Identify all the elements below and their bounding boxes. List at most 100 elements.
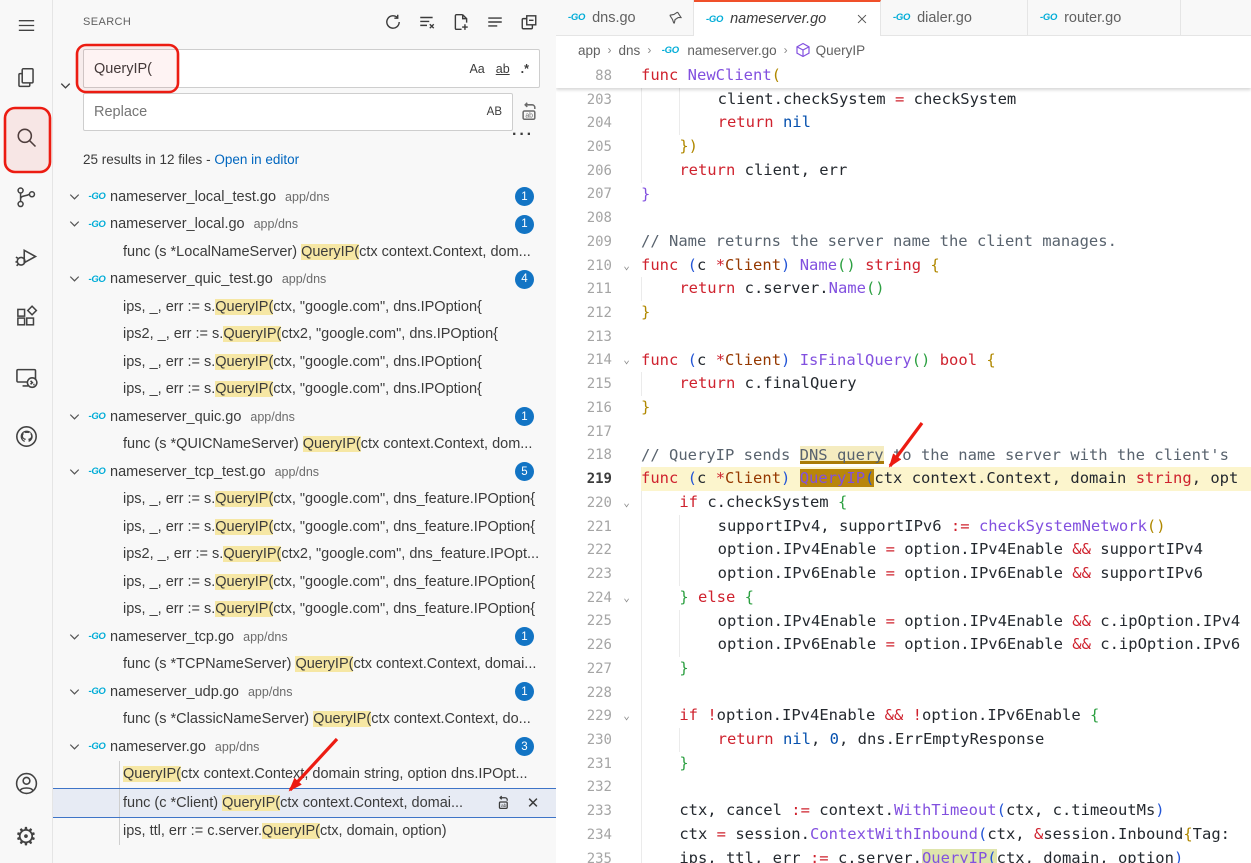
toggle-search-details-icon[interactable]: ··· bbox=[512, 126, 534, 144]
search-result-file-row[interactable]: GOnameserver_quic.goapp/dns1 bbox=[53, 403, 556, 431]
fold-chevron-icon[interactable]: ⌄ bbox=[612, 593, 641, 603]
code-line[interactable]: 209// Name returns the server name the c… bbox=[556, 230, 1251, 254]
chevron-down-icon[interactable] bbox=[67, 739, 85, 755]
search-result-file-row[interactable]: GOnameserver_tcp.goapp/dns1 bbox=[53, 623, 556, 651]
search-result-match-row-selected[interactable]: func (c *Client) QueryIP(ctx context.Con… bbox=[53, 788, 556, 818]
code-line[interactable]: 217 bbox=[556, 420, 1251, 444]
code-line[interactable]: 227} bbox=[556, 657, 1251, 681]
code-line[interactable]: 229⌄if !option.IPv4Enable && !option.IPv… bbox=[556, 704, 1251, 728]
source-control-icon[interactable] bbox=[4, 168, 48, 226]
refresh-icon[interactable] bbox=[383, 13, 402, 32]
code-line[interactable]: 228 bbox=[556, 681, 1251, 705]
code-line[interactable]: 206return client, err bbox=[556, 159, 1251, 183]
code-line[interactable]: 231} bbox=[556, 752, 1251, 776]
view-as-list-icon[interactable] bbox=[485, 13, 504, 32]
search-result-match-row[interactable]: ips, _, err := s.QueryIP(ctx, "google.co… bbox=[53, 486, 556, 514]
chevron-down-icon[interactable] bbox=[67, 629, 85, 645]
chevron-down-icon[interactable] bbox=[67, 216, 85, 232]
code-line[interactable]: 214⌄func (c *Client) IsFinalQuery() bool… bbox=[556, 349, 1251, 373]
code-line[interactable]: 212} bbox=[556, 301, 1251, 325]
search-result-match-row[interactable]: ips, _, err := s.QueryIP(ctx, "google.co… bbox=[53, 348, 556, 376]
editor-tab-nameserver-go[interactable]: GOnameserver.go bbox=[694, 0, 881, 36]
code-line[interactable]: 203client.checkSystem = checkSystem bbox=[556, 88, 1251, 112]
regex-icon[interactable]: .* bbox=[521, 62, 529, 76]
search-result-match-row[interactable]: func (s *QUICNameServer) QueryIP(ctx con… bbox=[53, 431, 556, 459]
editor-tab-dns-go[interactable]: GOdns.go bbox=[556, 0, 694, 35]
pin-icon[interactable] bbox=[667, 10, 683, 26]
match-case-icon[interactable]: Aa bbox=[469, 62, 484, 76]
code-line[interactable]: 216} bbox=[556, 396, 1251, 420]
code-line[interactable]: 215return c.finalQuery bbox=[556, 372, 1251, 396]
search-result-match-row[interactable]: ips, _, err := s.QueryIP(ctx, "google.co… bbox=[53, 596, 556, 624]
code-line[interactable]: 235ips, ttl, err := c.server.QueryIP(ctx… bbox=[556, 847, 1251, 863]
code-line[interactable]: 223option.IPv6Enable = option.IPv6Enable… bbox=[556, 562, 1251, 586]
search-result-match-row[interactable]: ips, _, err := s.QueryIP(ctx, "google.co… bbox=[53, 293, 556, 321]
replace-all-icon[interactable]: ab bbox=[519, 100, 541, 122]
clear-search-results-icon[interactable] bbox=[417, 13, 436, 32]
breadcrumb-item-app[interactable]: app bbox=[578, 43, 601, 58]
code-line[interactable]: 224⌄} else { bbox=[556, 586, 1251, 610]
chevron-down-icon[interactable] bbox=[67, 409, 85, 425]
search-result-match-row[interactable]: ips2, _, err := s.QueryIP(ctx2, "google.… bbox=[53, 321, 556, 349]
replace-input[interactable] bbox=[84, 104, 487, 120]
editor-tab-dialer-go[interactable]: GOdialer.go bbox=[881, 0, 1028, 35]
search-icon[interactable] bbox=[4, 106, 48, 168]
run-debug-icon[interactable] bbox=[4, 226, 48, 286]
code-line[interactable]: 204return nil bbox=[556, 111, 1251, 135]
close-icon[interactable] bbox=[854, 11, 870, 27]
menu-icon[interactable] bbox=[4, 0, 48, 50]
account-icon[interactable] bbox=[4, 755, 48, 811]
collapse-all-icon[interactable] bbox=[519, 13, 538, 32]
fold-chevron-icon[interactable]: ⌄ bbox=[612, 498, 641, 508]
chevron-down-icon[interactable] bbox=[67, 464, 85, 480]
code-line[interactable]: 225option.IPv4Enable = option.IPv4Enable… bbox=[556, 610, 1251, 634]
sticky-scroll-line[interactable]: 88func NewClient( bbox=[556, 64, 1251, 88]
search-result-match-row[interactable]: ips, _, err := s.QueryIP(ctx, "google.co… bbox=[53, 376, 556, 404]
fold-chevron-icon[interactable]: ⌄ bbox=[612, 711, 641, 721]
code-line[interactable]: 210⌄func (c *Client) Name() string { bbox=[556, 254, 1251, 278]
code-line[interactable]: 207} bbox=[556, 183, 1251, 207]
search-input[interactable] bbox=[84, 61, 469, 77]
code-line[interactable]: 213 bbox=[556, 325, 1251, 349]
search-result-match-row[interactable]: func (s *ClassicNameServer) QueryIP(ctx … bbox=[53, 706, 556, 734]
open-in-editor-link[interactable]: Open in editor bbox=[214, 152, 299, 167]
search-result-file-row[interactable]: GOnameserver_tcp_test.goapp/dns5 bbox=[53, 458, 556, 486]
code-line[interactable]: 205}) bbox=[556, 135, 1251, 159]
code-line[interactable]: 220⌄if c.checkSystem { bbox=[556, 491, 1251, 515]
search-result-file-row[interactable]: GOnameserver.goapp/dns3 bbox=[53, 733, 556, 761]
fold-chevron-icon[interactable]: ⌄ bbox=[612, 261, 641, 271]
search-result-file-row[interactable]: GOnameserver_local.goapp/dns1 bbox=[53, 211, 556, 239]
chevron-down-icon[interactable] bbox=[67, 271, 85, 287]
search-result-match-row[interactable]: ips2, _, err := s.QueryIP(ctx2, "google.… bbox=[53, 541, 556, 569]
code-line[interactable]: 230return nil, 0, dns.ErrEmptyResponse bbox=[556, 728, 1251, 752]
search-result-match-row[interactable]: QueryIP(ctx context.Context, domain stri… bbox=[53, 761, 556, 789]
search-result-match-row[interactable]: ips, ttl, err := c.server.QueryIP(ctx, d… bbox=[53, 818, 556, 846]
breadcrumb-item-dns[interactable]: dns bbox=[619, 43, 641, 58]
code-line[interactable]: 218// QueryIP sends DNS query to the nam… bbox=[556, 444, 1251, 468]
fold-chevron-icon[interactable]: ⌄ bbox=[612, 355, 641, 365]
settings-gear-icon[interactable]: ⚙ bbox=[4, 811, 48, 863]
code-editor[interactable]: 88func NewClient( 203client.checkSystem … bbox=[556, 64, 1251, 863]
breadcrumb-item-nameserver-go[interactable]: GOnameserver.go bbox=[658, 43, 776, 58]
dismiss-icon[interactable]: ✕ bbox=[524, 794, 542, 812]
search-result-match-row[interactable]: func (s *LocalNameServer) QueryIP(ctx co… bbox=[53, 238, 556, 266]
code-line[interactable]: 226option.IPv6Enable = option.IPv6Enable… bbox=[556, 633, 1251, 657]
search-result-file-row[interactable]: GOnameserver_udp.goapp/dns1 bbox=[53, 678, 556, 706]
code-line[interactable]: 233ctx, cancel := context.WithTimeout(ct… bbox=[556, 799, 1251, 823]
code-line[interactable]: 232 bbox=[556, 776, 1251, 800]
preserve-case-icon[interactable]: AB bbox=[487, 106, 502, 118]
breadcrumb-item-QueryIP[interactable]: QueryIP bbox=[795, 42, 866, 58]
code-line[interactable]: 208 bbox=[556, 206, 1251, 230]
remote-explorer-icon[interactable] bbox=[4, 348, 48, 406]
code-line[interactable]: 222option.IPv4Enable = option.IPv4Enable… bbox=[556, 538, 1251, 562]
github-icon[interactable] bbox=[4, 406, 48, 466]
search-result-file-row[interactable]: GOnameserver_quic_test.goapp/dns4 bbox=[53, 266, 556, 294]
code-line[interactable]: 234ctx = session.ContextWithInbound(ctx,… bbox=[556, 823, 1251, 847]
extensions-icon[interactable] bbox=[4, 286, 48, 348]
search-result-match-row[interactable]: ips, _, err := s.QueryIP(ctx, "google.co… bbox=[53, 513, 556, 541]
chevron-down-icon[interactable] bbox=[67, 684, 85, 700]
explorer-icon[interactable] bbox=[4, 50, 48, 106]
search-result-file-row[interactable]: GOnameserver_local_test.goapp/dns1 bbox=[53, 183, 556, 211]
editor-tab-router-go[interactable]: GOrouter.go bbox=[1028, 0, 1181, 35]
chevron-down-icon[interactable] bbox=[67, 189, 85, 205]
